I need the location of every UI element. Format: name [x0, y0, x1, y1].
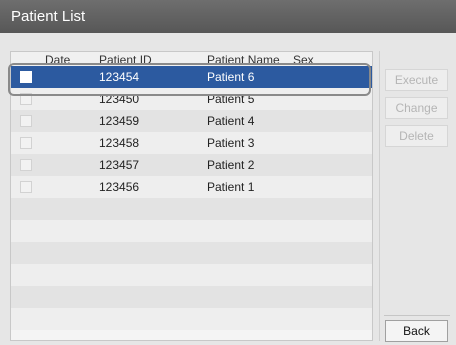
patient-name-cell: Patient 6 — [207, 70, 255, 84]
patient-id-cell: 123454 — [99, 70, 140, 84]
column-header-patient-name[interactable]: Patient Name — [207, 53, 280, 66]
empty-row — [11, 264, 372, 286]
column-header-patient-id[interactable]: Patient ID — [99, 53, 152, 66]
patient-id-cell: 123458 — [99, 136, 140, 150]
row-checkbox[interactable] — [20, 71, 32, 83]
action-panel: Execute Change Delete Back — [379, 51, 452, 342]
back-button[interactable]: Back — [385, 320, 448, 342]
column-header-date[interactable]: Date — [45, 53, 70, 66]
patient-list[interactable]: Date Patient ID Patient Name Sex 123454 … — [10, 51, 373, 341]
empty-row — [11, 242, 372, 264]
empty-row — [11, 286, 372, 308]
table-row[interactable]: 123456 Patient 1 — [11, 176, 372, 198]
empty-row — [11, 198, 372, 220]
patient-id-cell: 123457 — [99, 158, 140, 172]
execute-button[interactable]: Execute — [385, 69, 448, 91]
patient-id-cell: 123456 — [99, 180, 140, 194]
table-row[interactable]: 123459 Patient 4 — [11, 110, 372, 132]
empty-row — [11, 308, 372, 330]
patient-name-cell: Patient 3 — [207, 136, 255, 150]
delete-button[interactable]: Delete — [385, 125, 448, 147]
table-header: Date Patient ID Patient Name Sex — [11, 52, 372, 66]
change-button[interactable]: Change — [385, 97, 448, 119]
row-checkbox[interactable] — [20, 115, 32, 127]
patient-id-cell: 123450 — [99, 92, 140, 106]
table-row[interactable]: 123458 Patient 3 — [11, 132, 372, 154]
table-row[interactable]: 123450 Patient 5 — [11, 88, 372, 110]
table-row[interactable]: 123454 Patient 6 — [11, 66, 372, 88]
title-bar: Patient List — [0, 0, 456, 33]
row-checkbox[interactable] — [20, 137, 32, 149]
patient-name-cell: Patient 1 — [207, 180, 255, 194]
patient-id-cell: 123459 — [99, 114, 140, 128]
patient-name-cell: Patient 4 — [207, 114, 255, 128]
window-title: Patient List — [11, 8, 86, 25]
row-checkbox[interactable] — [20, 93, 32, 105]
row-checkbox[interactable] — [20, 159, 32, 171]
patient-name-cell: Patient 5 — [207, 92, 255, 106]
patient-name-cell: Patient 2 — [207, 158, 255, 172]
row-checkbox[interactable] — [20, 181, 32, 193]
column-header-sex[interactable]: Sex — [293, 53, 314, 66]
empty-row — [11, 220, 372, 242]
panel-divider — [384, 315, 450, 316]
table-row[interactable]: 123457 Patient 2 — [11, 154, 372, 176]
